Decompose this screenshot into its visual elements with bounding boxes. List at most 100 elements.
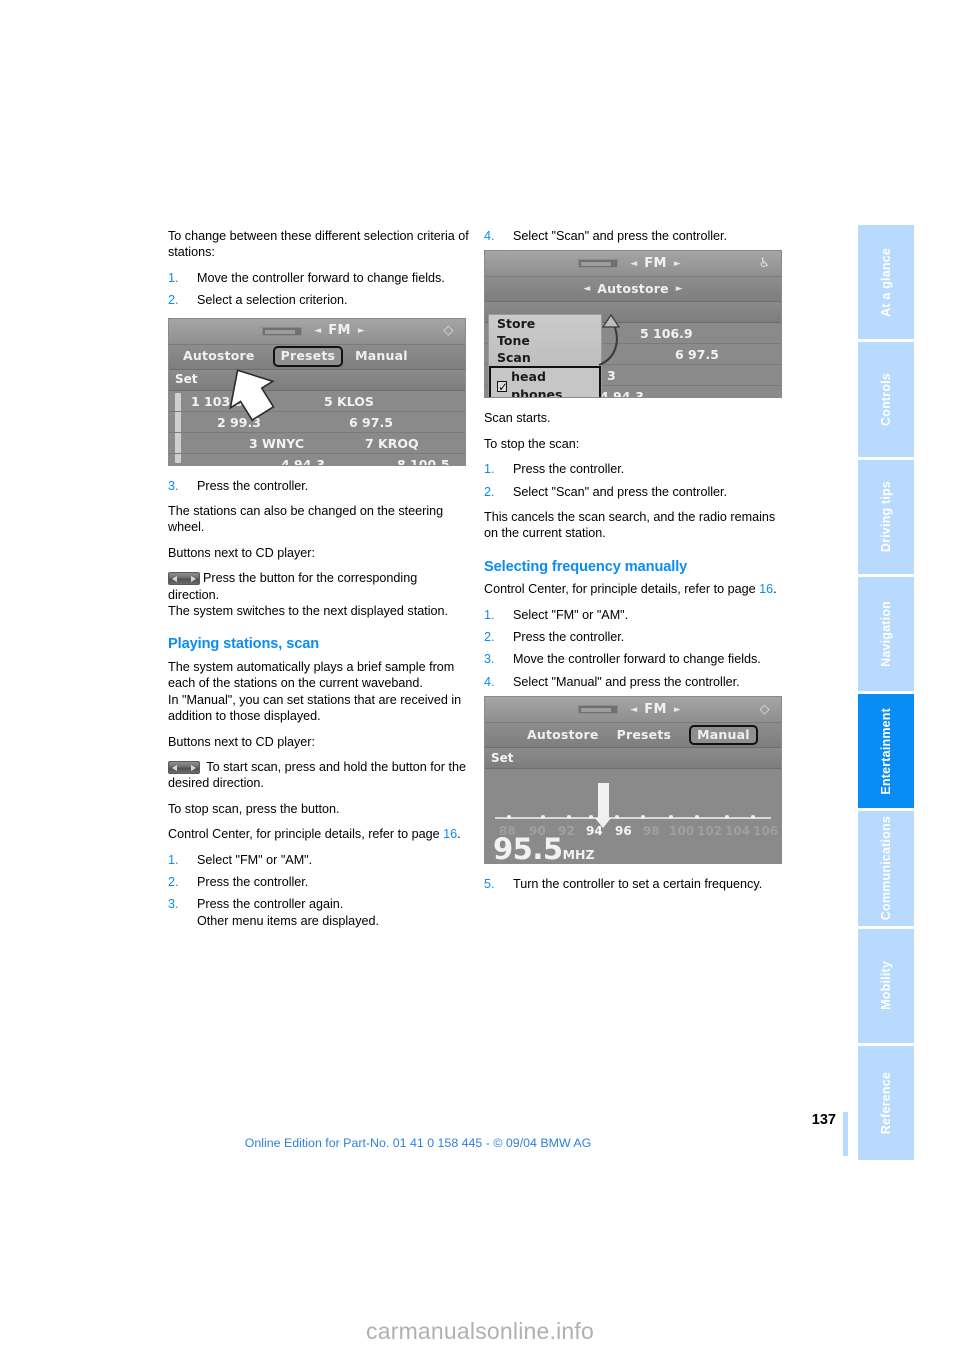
preset-left: 3 WNYC <box>249 435 305 451</box>
cd-skip-buttons-icon <box>168 572 200 586</box>
chevron-right-icon[interactable]: ► <box>676 281 683 297</box>
preset-left: 4 94.3 <box>281 456 325 466</box>
step-number: 3. <box>484 652 495 667</box>
sidebar-item-communications[interactable]: Communications <box>858 811 914 926</box>
control-center-text: Control Center, for principle details, r… <box>168 827 444 842</box>
shot-tab-presets[interactable]: Presets <box>617 727 672 743</box>
menu-item-tone[interactable]: Tone <box>489 332 601 349</box>
menu-item-store[interactable]: Store <box>489 315 601 332</box>
chevron-right-icon: ► <box>673 258 681 269</box>
context-menu: Store Tone Scan head phones <box>488 314 602 398</box>
step-number: 2. <box>484 630 495 645</box>
control-center-reference-right: Control Center, for principle details, r… <box>484 581 786 597</box>
sidebar-item-at-a-glance[interactable]: At a glance <box>858 225 914 340</box>
step-text: Press the controller. <box>513 630 625 645</box>
shot-header: ◄ FM ► ◇ <box>485 697 781 724</box>
step-text: Select "FM" or "AM". <box>513 607 629 622</box>
preset-right: 5 106.9 <box>640 326 693 342</box>
step-number: 5. <box>484 877 495 892</box>
list-item: 3. Press the controller again. Other men… <box>168 896 470 929</box>
shot-tab-autostore[interactable]: Autostore <box>527 727 599 743</box>
step-text: Select "FM" or "AM". <box>197 852 313 867</box>
shot-tab-autostore[interactable]: Autostore <box>597 281 669 297</box>
list-item: 3. Move the controller forward to change… <box>484 651 786 667</box>
sidebar-item-label: Communications <box>879 816 893 921</box>
frequency-value: 95.5 <box>493 831 563 865</box>
steps-press-controller: 3. Press the controller. <box>168 478 470 494</box>
step-number: 2. <box>484 484 495 499</box>
control-center-text: Control Center, for principle details, r… <box>484 582 760 597</box>
chevron-left-icon: ◄ <box>630 258 638 269</box>
period: . <box>457 827 461 842</box>
sidebar-item-navigation[interactable]: Navigation <box>858 576 914 691</box>
step-text: Press the controller. <box>197 478 309 493</box>
table-row[interactable]: 2 99.3 6 97.5 <box>169 412 465 433</box>
frequency-scale[interactable]: 88 90 92 94 96 98 100 102 104 106 95.5MH… <box>485 769 781 864</box>
step-number: 2. <box>168 293 179 308</box>
list-item: 1. Press the controller. <box>484 461 786 477</box>
menu-item-scan[interactable]: Scan <box>489 349 601 366</box>
sidebar-item-driving-tips[interactable]: Driving tips <box>858 459 914 574</box>
sidebar-item-mobility[interactable]: Mobility <box>858 928 914 1043</box>
list-item: 1. Select "FM" or "AM". <box>484 607 786 623</box>
chevron-left-icon[interactable]: ◄ <box>583 281 590 297</box>
preset-bottom: 4 94.3 <box>600 389 644 399</box>
cancel-scan-paragraph: This cancels the scan search, and the ra… <box>484 510 776 541</box>
menu-item-head-phones[interactable]: head phones <box>489 366 601 398</box>
tilt-view-icon: ◇ <box>443 322 454 338</box>
shot-tab-row: ◄ Autostore ► <box>485 277 781 303</box>
page-reference-link[interactable]: 16 <box>443 827 457 841</box>
callout-arrow-icon <box>598 314 621 367</box>
table-row[interactable]: 4 94.3 8 100.5 <box>169 454 465 466</box>
sidebar-item-controls[interactable]: Controls <box>858 342 914 457</box>
shot-tab-autostore[interactable]: Autostore <box>183 348 255 364</box>
shot-tab-row: Autostore Presets Manual <box>169 344 465 370</box>
shot-set-row: Set <box>485 748 781 770</box>
chevron-right-icon: ► <box>673 704 681 715</box>
step-number: 3. <box>168 478 179 493</box>
step-text: Select "Scan" and press the controller. <box>513 229 728 243</box>
list-item: 1. Select "FM" or "AM". <box>168 852 470 868</box>
shot-tab-manual[interactable]: Manual <box>689 725 758 746</box>
scale-label: 100 <box>669 824 695 839</box>
sidebar-item-reference[interactable]: Reference <box>858 1045 914 1160</box>
shot-tab-manual[interactable]: Manual <box>355 348 408 364</box>
set-label: Set <box>175 372 198 387</box>
cd-direction-text: Press the button for the corresponding d… <box>168 571 418 602</box>
step-text: Select "Manual" and press the controller… <box>513 674 740 689</box>
table-row[interactable]: 1 103.5 5 KLOS <box>169 391 465 412</box>
page-reference-link[interactable]: 16 <box>759 582 773 596</box>
heading-playing-stations-scan: Playing stations, scan <box>168 636 320 653</box>
set-label: Set <box>491 751 514 766</box>
table-row[interactable]: 3 WNYC 7 KROQ <box>169 433 465 454</box>
tuner-chip-icon <box>578 259 619 269</box>
chevron-left-icon: ◄ <box>630 704 638 715</box>
step-number: 1. <box>168 852 179 867</box>
list-item: 1. Move the controller forward to change… <box>168 270 470 286</box>
screenshot-scan-menu: BM7-1567/2005 ◄ FM ► ♿ ◄ Autostore ► 5 1… <box>484 250 782 399</box>
step-text: Press the controller again. Other menu i… <box>197 897 379 928</box>
waveband-label: FM <box>644 701 667 717</box>
manual-paragraph: In "Manual", you can set stations that a… <box>168 692 462 724</box>
sidebar-item-entertainment[interactable]: Entertainment <box>858 694 914 809</box>
checkbox-checked-icon[interactable] <box>497 378 508 396</box>
cd-skip-buttons-icon <box>168 760 200 774</box>
tuner-chip-icon <box>262 326 303 336</box>
steps-select-scan: 4. Select "Scan" and press the controlle… <box>484 228 786 244</box>
list-item: 2. Press the controller. <box>484 629 786 645</box>
step-text: Press the controller. <box>513 462 625 477</box>
list-item: 2. Select "Scan" and press the controlle… <box>484 484 786 500</box>
left-column: To change between these different select… <box>168 228 470 938</box>
heading-selecting-frequency-manually: Selecting frequency manually <box>484 558 688 575</box>
preset-right: 6 97.5 <box>349 414 393 430</box>
step-text: Turn the controller to set a certain fre… <box>513 877 763 892</box>
presets-list: 1 103.5 5 KLOS 2 99.3 6 97.5 3 WNYC 7 KR… <box>169 390 465 466</box>
right-column: 4. Select "Scan" and press the controlle… <box>484 228 786 902</box>
watermark: carmanualsonline.info <box>366 1318 594 1344</box>
tuner-chip-icon <box>578 705 619 715</box>
cd-direction-paragraph: Press the button for the corresponding d… <box>168 570 470 603</box>
list-item: 5. Turn the controller to set a certain … <box>484 876 786 892</box>
tuning-needle-icon <box>595 783 611 829</box>
list-item: 2. Press the controller. <box>168 874 470 890</box>
scale-label: 96 <box>615 824 632 839</box>
